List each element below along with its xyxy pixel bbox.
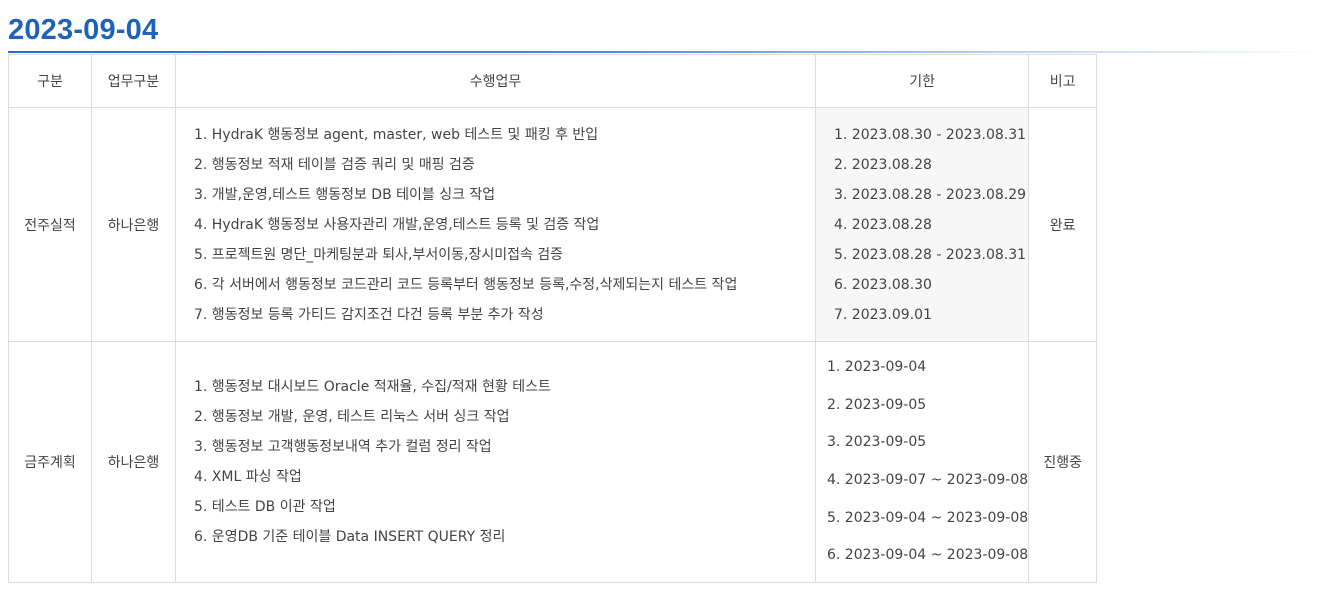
column-header-tasks: 수행업무 bbox=[175, 54, 816, 108]
heading-divider bbox=[8, 51, 1324, 53]
deadline-item: 4. 2023.08.28 bbox=[834, 216, 932, 233]
tasks-cell: 1. HydraK 행동정보 agent, master, web 테스트 및 … bbox=[175, 107, 816, 342]
column-header-category: 구분 bbox=[8, 54, 92, 108]
table-row-last-week: 전주실적 하나은행 1. HydraK 행동정보 agent, master, … bbox=[8, 107, 1098, 342]
report-date-heading: 2023-09-04 bbox=[8, 14, 159, 46]
task-item: 4. XML 파싱 작업 bbox=[194, 469, 302, 485]
deadline-item: 6. 2023-09-04 ~ 2023-09-08 bbox=[827, 547, 1029, 564]
deadline-list: 1. 2023.08.30 - 2023.08.31 2. 2023.08.28… bbox=[816, 120, 1028, 330]
business-cell: 하나은행 bbox=[91, 107, 176, 342]
deadline-item: 4. 2023-09-07 ~ 2023-09-08 bbox=[827, 472, 1029, 488]
table-header-row: 구분 업무구분 수행업무 기한 비고 bbox=[8, 54, 1098, 108]
deadline-item: 5. 2023-09-04 ~ 2023-09-08 bbox=[827, 509, 1029, 526]
task-item: 5. 프로젝트원 명단_마케팅분과 퇴사,부서이동,장시미접속 검증 bbox=[194, 246, 564, 263]
deadline-item: 2. 2023-09-05 bbox=[827, 396, 927, 413]
task-list: 1. 행동정보 대시보드 Oracle 적재율, 수집/적재 현황 테스트 2.… bbox=[176, 372, 815, 552]
deadline-item: 1. 2023-09-04 bbox=[827, 359, 927, 376]
task-item: 2. 행동정보 개발, 운영, 테스트 리눅스 서버 싱크 작업 bbox=[194, 409, 510, 425]
task-item: 1. HydraK 행동정보 agent, master, web 테스트 및 … bbox=[194, 126, 599, 143]
task-item: 2. 행동정보 적재 테이블 검증 쿼리 및 매핑 검증 bbox=[194, 156, 475, 173]
category-cell: 금주계획 bbox=[8, 341, 92, 583]
task-list: 1. HydraK 행동정보 agent, master, web 테스트 및 … bbox=[176, 120, 815, 330]
deadline-item: 7. 2023.09.01 bbox=[834, 306, 932, 323]
deadline-item: 3. 2023-09-05 bbox=[827, 434, 927, 451]
task-item: 6. 각 서버에서 행동정보 코드관리 코드 등록부터 행동정보 등록,수정,삭… bbox=[194, 276, 738, 293]
task-item: 3. 개발,운영,테스트 행동정보 DB 테이블 싱크 작업 bbox=[194, 186, 496, 203]
note-cell: 완료 bbox=[1028, 107, 1098, 342]
task-item: 1. 행동정보 대시보드 Oracle 적재율, 수집/적재 현황 테스트 bbox=[194, 379, 551, 395]
task-item: 6. 운영DB 기준 테이블 Data INSERT QUERY 정리 bbox=[194, 529, 506, 545]
deadline-item: 1. 2023.08.30 - 2023.08.31 bbox=[834, 126, 1027, 143]
column-header-deadline: 기한 bbox=[814, 54, 1030, 108]
task-item: 4. HydraK 행동정보 사용자관리 개발,운영,테스트 등록 및 검증 작… bbox=[194, 216, 600, 233]
note-cell: 진행중 bbox=[1028, 341, 1098, 583]
tasks-cell: 1. 행동정보 대시보드 Oracle 적재율, 수집/적재 현황 테스트 2.… bbox=[175, 341, 816, 583]
deadline-cell: 1. 2023.08.30 - 2023.08.31 2. 2023.08.28… bbox=[814, 107, 1030, 342]
deadline-item: 5. 2023.08.28 - 2023.08.31 bbox=[834, 246, 1027, 263]
deadline-list: 1. 2023-09-04 2. 2023-09-05 3. 2023-09-0… bbox=[816, 349, 1028, 575]
deadline-item: 6. 2023.08.30 bbox=[834, 276, 932, 293]
column-header-note: 비고 bbox=[1028, 54, 1098, 108]
deadline-item: 3. 2023.08.28 - 2023.08.29 bbox=[834, 186, 1027, 203]
category-cell: 전주실적 bbox=[8, 107, 92, 342]
deadline-item: 2. 2023.08.28 bbox=[834, 156, 932, 173]
deadline-cell: 1. 2023-09-04 2. 2023-09-05 3. 2023-09-0… bbox=[814, 341, 1030, 583]
column-header-business: 업무구분 bbox=[91, 54, 176, 108]
task-item: 3. 행동정보 고객행동정보내역 추가 컬럼 정리 작업 bbox=[194, 439, 492, 455]
task-item: 7. 행동정보 등록 가티드 감지조건 다건 등록 부분 추가 작성 bbox=[194, 306, 544, 323]
task-item: 5. 테스트 DB 이관 작업 bbox=[194, 499, 336, 515]
table-row-this-week: 금주계획 하나은행 1. 행동정보 대시보드 Oracle 적재율, 수집/적재… bbox=[8, 341, 1098, 583]
weekly-report-table: 구분 업무구분 수행업무 기한 비고 전주실적 하나은행 1. HydraK 행… bbox=[8, 54, 1098, 583]
business-cell: 하나은행 bbox=[91, 341, 176, 583]
